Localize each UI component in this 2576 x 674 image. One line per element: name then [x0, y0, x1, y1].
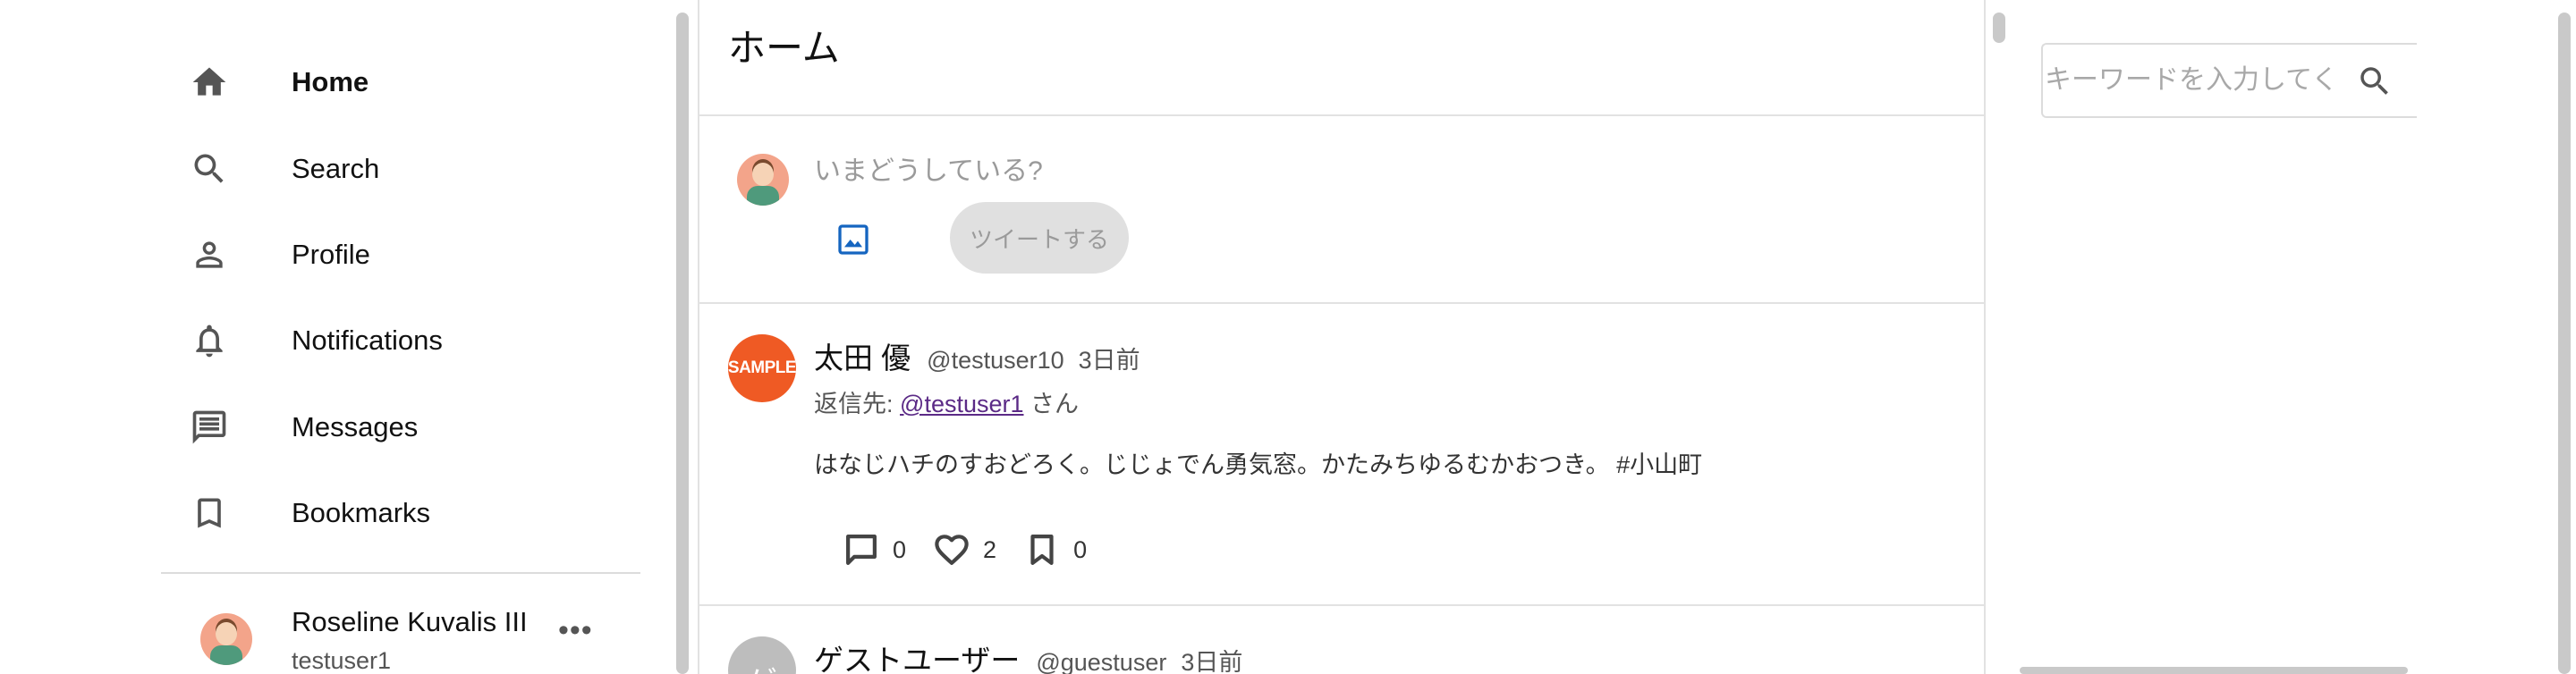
- search-icon: [2360, 67, 2388, 95]
- image-icon: [838, 224, 869, 255]
- account-name: Roseline Kuvalis III: [292, 606, 528, 637]
- sidebar: Home Search Profile Notifications Messag…: [0, 0, 662, 674]
- person-icon: [188, 233, 231, 276]
- sidebar-item-home[interactable]: Home: [188, 46, 635, 118]
- tweet-timestamp: 3日前: [1078, 347, 1140, 374]
- reply-prefix: 返信先:: [814, 391, 894, 417]
- main-timeline: ホーム ツイートする SAMPLE 太田 優 @testuser10 3日前 返…: [698, 0, 1986, 674]
- page-scrollbar[interactable]: [2558, 13, 2571, 674]
- search-icon: [188, 147, 231, 190]
- tweet-author-handle: @testuser10: [927, 347, 1064, 374]
- sidebar-item-bookmarks[interactable]: Bookmarks: [188, 477, 635, 549]
- sidebar-item-label: Messages: [292, 411, 419, 442]
- sidebar-divider: [161, 572, 640, 574]
- avatar[interactable]: SAMPLE: [728, 334, 796, 402]
- right-panel: [2014, 0, 2417, 674]
- bell-icon: [188, 319, 231, 362]
- sidebar-item-label: Profile: [292, 239, 370, 270]
- tweet-item[interactable]: ゲ ゲストユーザー @guestuser 3日前: [699, 606, 1984, 674]
- message-icon: [188, 406, 231, 449]
- tweet-actions: 0 2 0: [843, 531, 1114, 569]
- heart-icon: [935, 535, 969, 565]
- reply-count: 0: [893, 535, 907, 563]
- bookmark-button[interactable]: 0: [1023, 531, 1087, 569]
- tweet-button[interactable]: ツイートする: [950, 202, 1129, 274]
- account-switcher[interactable]: Roseline Kuvalis III testuser1 •••: [197, 599, 608, 674]
- page-title: ホーム: [728, 27, 840, 69]
- avatar: [737, 154, 789, 206]
- account-handle: testuser1: [292, 647, 392, 674]
- sidebar-scrollbar[interactable]: [676, 13, 689, 674]
- avatar-text: ゲ: [747, 640, 777, 674]
- tweet-composer: ツイートする: [699, 116, 1984, 304]
- main-header: ホーム: [699, 0, 1984, 116]
- compose-input[interactable]: [814, 152, 1887, 191]
- tweet-author-name[interactable]: ゲストユーザー: [814, 636, 1020, 674]
- more-options-icon[interactable]: •••: [558, 613, 593, 648]
- home-icon: [188, 61, 231, 104]
- timeline-scrollbar[interactable]: [1993, 13, 2005, 43]
- search-box: [2041, 43, 2417, 118]
- avatar: [200, 613, 252, 665]
- reply-to-link[interactable]: @testuser1: [900, 391, 1023, 417]
- bookmark-icon: [1030, 535, 1054, 565]
- tweet-author-name[interactable]: 太田 優: [814, 334, 911, 377]
- sidebar-item-label: Home: [292, 66, 369, 97]
- tweet-header: 太田 優 @testuser10 3日前: [814, 334, 1140, 377]
- reply-button[interactable]: 0: [843, 531, 906, 569]
- sidebar-item-label: Notifications: [292, 324, 443, 356]
- search-button[interactable]: [2354, 61, 2395, 102]
- sidebar-item-label: Search: [292, 153, 380, 184]
- avatar-text: SAMPLE: [728, 358, 796, 377]
- sidebar-item-profile[interactable]: Profile: [188, 219, 635, 291]
- attach-image-button[interactable]: [830, 216, 877, 263]
- bookmark-count: 0: [1073, 535, 1088, 563]
- tweet-timestamp: 3日前: [1181, 649, 1243, 674]
- tweet-item[interactable]: SAMPLE 太田 優 @testuser10 3日前 返信先: @testus…: [699, 304, 1984, 606]
- like-count: 2: [983, 535, 997, 563]
- like-button[interactable]: 2: [933, 531, 996, 569]
- tweet-author-handle: @guestuser: [1036, 649, 1167, 674]
- sidebar-item-label: Bookmarks: [292, 497, 431, 528]
- comment-icon: [846, 535, 877, 565]
- avatar[interactable]: ゲ: [728, 636, 796, 674]
- tweet-body: はなじハチのすおどろく。じじょでん勇気窓。かたみちゆるむかおつき。 #小山町: [814, 451, 1703, 478]
- search-input[interactable]: [2045, 59, 2340, 102]
- reply-to-line: 返信先: @testuser1 さん: [814, 384, 1079, 419]
- bookmark-icon: [188, 492, 231, 535]
- tweet-header: ゲストユーザー @guestuser 3日前: [814, 636, 1242, 674]
- sidebar-item-messages[interactable]: Messages: [188, 392, 635, 463]
- right-panel-scrollbar[interactable]: [2020, 667, 2408, 674]
- reply-suffix: さん: [1030, 391, 1080, 417]
- sidebar-item-notifications[interactable]: Notifications: [188, 305, 635, 376]
- sidebar-item-search[interactable]: Search: [188, 133, 635, 205]
